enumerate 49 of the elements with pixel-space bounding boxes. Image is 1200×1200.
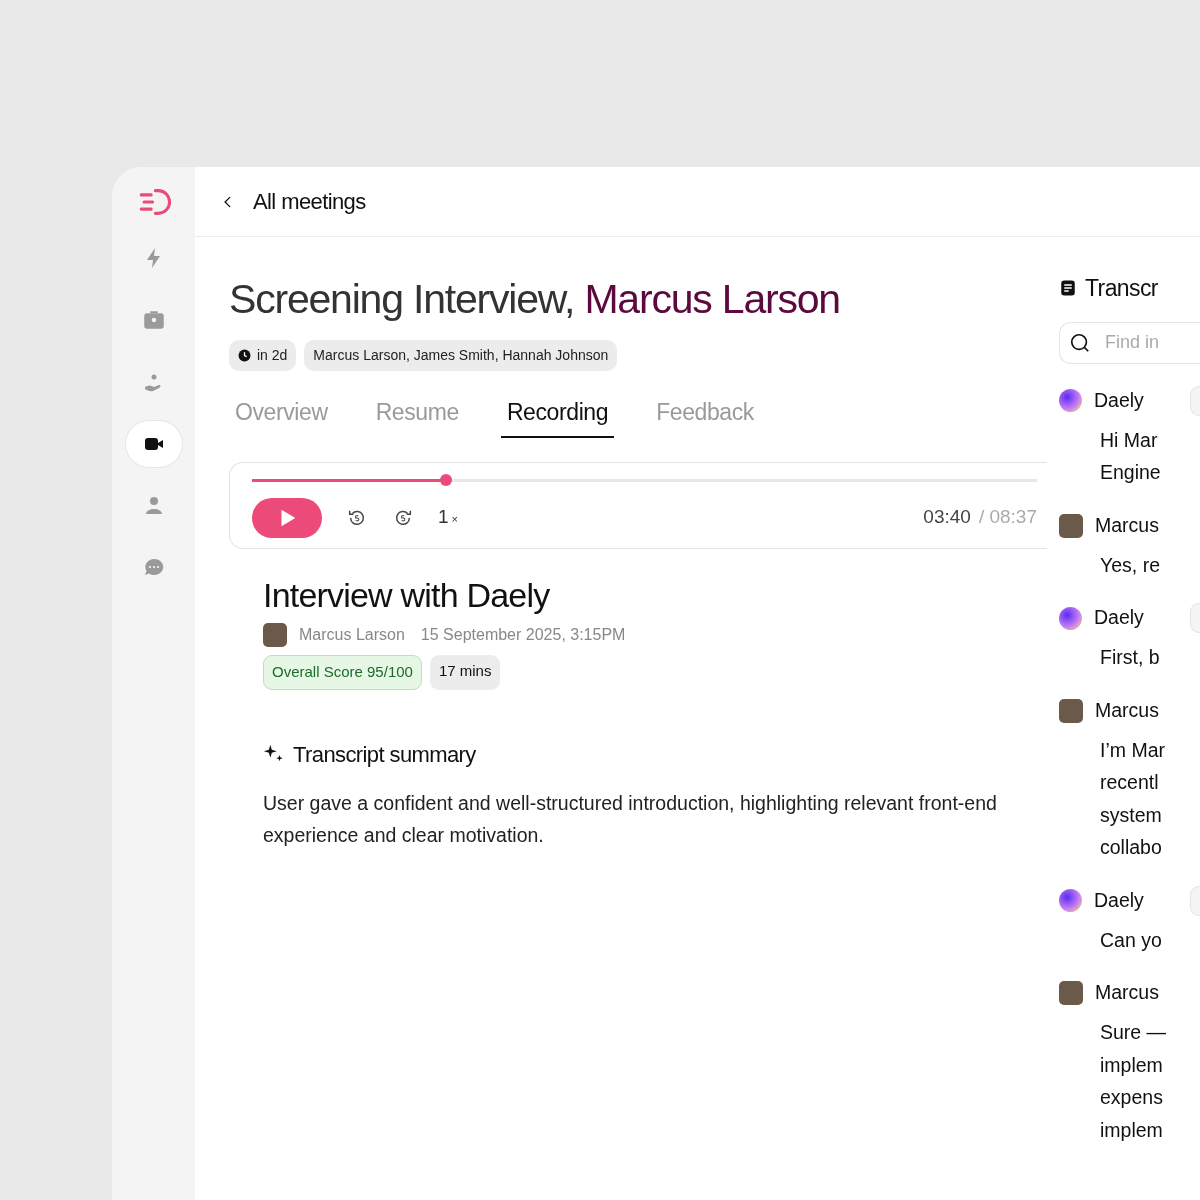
current-time: 03:40 — [923, 505, 971, 530]
transcript-text: I’m Mar — [1099, 737, 1166, 763]
search-field[interactable]: Find in — [1059, 321, 1200, 364]
document-icon — [1059, 279, 1077, 298]
avatar-photo — [263, 623, 287, 648]
speed-button[interactable]: 1× — [438, 503, 458, 532]
speaker-name: Daely — [1094, 605, 1144, 631]
speaker-name: Marcus — [1095, 697, 1159, 723]
transcript-text: implem — [1099, 1117, 1164, 1143]
transcript-text: Yes, re — [1099, 552, 1161, 578]
sidebar-item[interactable] — [125, 421, 182, 467]
page-title: Screening Interview, Marcus Larson — [229, 275, 841, 324]
duration-badge: 17 mins — [429, 655, 501, 690]
progress-thumb[interactable] — [439, 474, 452, 487]
assistant-avatar — [1059, 389, 1082, 412]
speaker-name: Marcus — [1095, 512, 1159, 538]
transcript-text: collabo — [1099, 835, 1163, 860]
interview-date: 15 September 2025, 3:15PM — [420, 625, 626, 646]
total-time: / 08:37 — [978, 505, 1037, 530]
assistant-avatar — [1059, 889, 1082, 912]
transcript-text: Sure — — [1099, 1020, 1168, 1045]
avatar-photo — [1059, 698, 1083, 723]
avatar-photo — [1059, 513, 1083, 538]
back-link[interactable]: All meetings — [221, 185, 366, 218]
avatar-photo — [1059, 981, 1083, 1005]
clock-icon — [238, 349, 251, 363]
author-name: Marcus Larson — [299, 625, 405, 646]
briefcase-icon — [141, 308, 166, 332]
time-chip: in 2d — [229, 340, 297, 372]
transcript-text: implem — [1099, 1052, 1164, 1078]
tab[interactable]: Recording — [500, 395, 615, 438]
transcript-text: First, b — [1099, 645, 1161, 670]
speaker-name: Marcus — [1095, 980, 1159, 1006]
assistant-avatar — [1059, 606, 1082, 630]
speaker-name: Daely — [1094, 387, 1144, 413]
transcript-text: Hi Mar — [1099, 427, 1159, 453]
transcript-text: Can yo — [1099, 927, 1163, 953]
summary-text: User gave a confident and well-structured introduction, highlighting relevant front-end experience and clear motivation. — [263, 791, 998, 848]
interview-title: Interview with Daely — [263, 574, 551, 616]
transcript-text: recentl — [1099, 770, 1160, 795]
transcript-text: system — [1099, 802, 1163, 828]
participants-chip: Marcus Larson, James Smith, Hannah Johnson — [304, 340, 618, 372]
transcript-text: Engine — [1099, 460, 1162, 485]
speaker-name: Daely — [1094, 887, 1144, 913]
transcript-title: Transcr — [1085, 274, 1158, 303]
transcript-text: expens — [1099, 1085, 1164, 1110]
score-badge: Overall Score 95/100 — [263, 655, 422, 690]
summary-title: Transcript summary — [293, 741, 476, 769]
play-button[interactable] — [252, 497, 322, 538]
